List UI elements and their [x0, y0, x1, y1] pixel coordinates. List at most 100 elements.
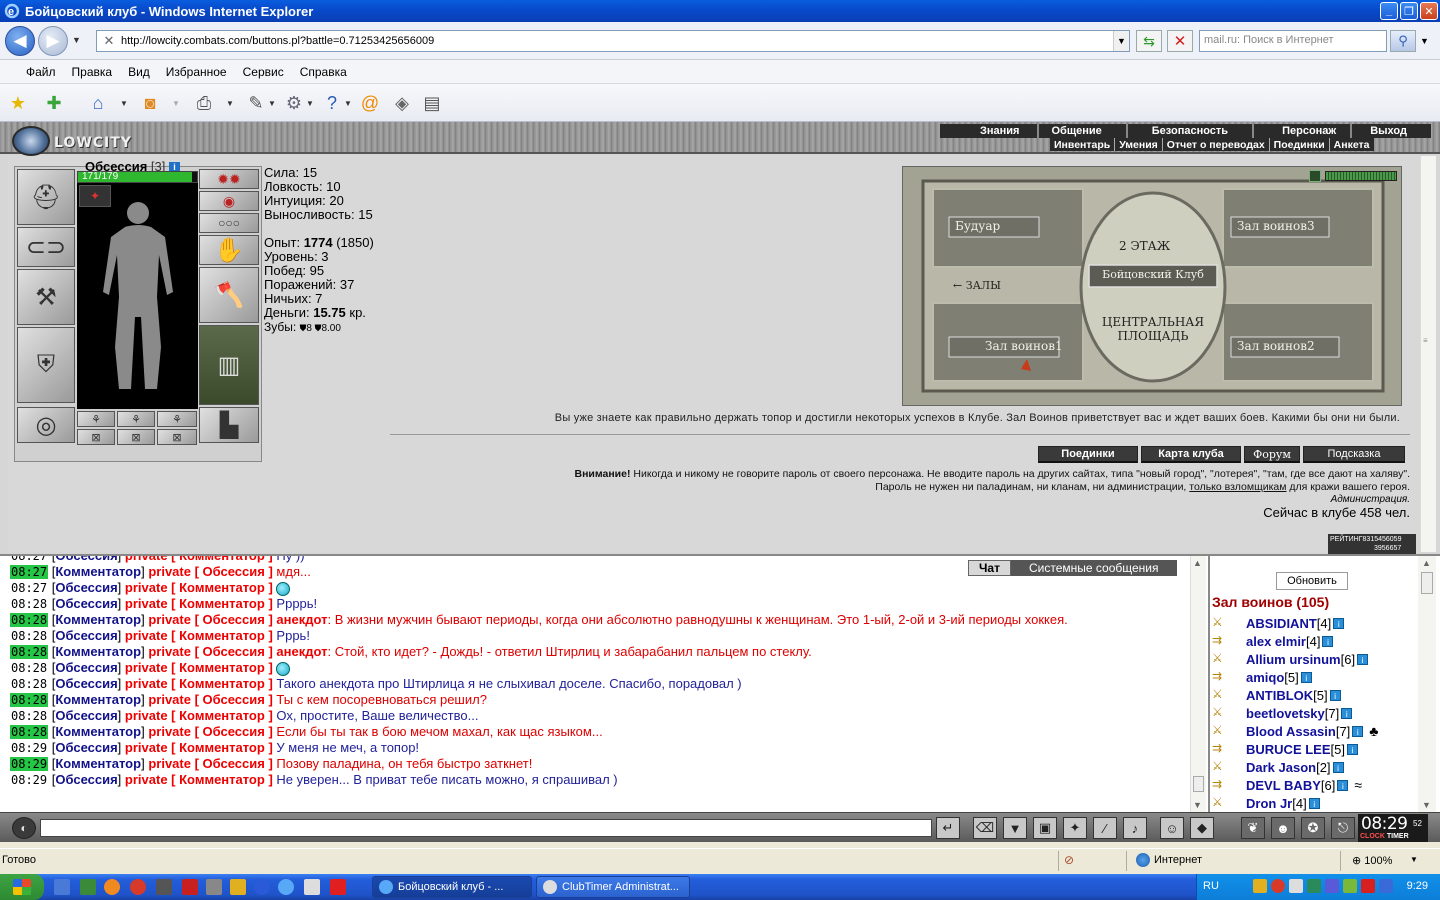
nav-character[interactable]: Персонаж	[1254, 124, 1353, 138]
tray-icon[interactable]	[1307, 879, 1321, 893]
tools-dropdown-icon[interactable]: ▼	[306, 99, 314, 108]
chat-private[interactable]: private [ Комментатор ]	[125, 628, 273, 643]
player-row[interactable]: ⚔ Dark Jason [2] i	[1212, 758, 1344, 776]
filter-icon[interactable]: ▼	[1003, 817, 1027, 839]
earrings-slot[interactable]: ◉	[199, 191, 259, 211]
nav-duels[interactable]: Поединки	[1270, 138, 1330, 151]
bracers-slot[interactable]: ⊂⊃	[17, 227, 75, 267]
tab-chat[interactable]: Чат	[968, 560, 1011, 576]
bag-icon[interactable]: ❦	[1241, 817, 1265, 839]
mail-at-icon[interactable]: @	[358, 92, 382, 114]
tool-icon[interactable]	[206, 879, 222, 895]
club-map-button[interactable]: Карта клуба	[1141, 446, 1241, 463]
chat-private[interactable]: private [ Обсессия ]	[148, 692, 272, 707]
player-name[interactable]: Dark Jason	[1246, 760, 1316, 775]
player-row[interactable]: ⚔ Dron Jr [4] i	[1212, 794, 1320, 812]
refresh-list-button[interactable]: Обновить	[1276, 572, 1348, 590]
player-name[interactable]: Blood Assasin	[1246, 724, 1336, 739]
send-icon[interactable]: ↵	[936, 817, 960, 839]
task-clubtimer[interactable]: ClubTimer Administrat...	[536, 876, 690, 898]
chat-private[interactable]: private [ Комментатор ]	[125, 676, 273, 691]
chat-mode-icon[interactable]: ◐	[12, 817, 36, 839]
chat-sender[interactable]: Обсессия	[55, 708, 117, 723]
chat-scrollbar[interactable]: ▲ ▼	[1190, 556, 1206, 812]
player-icon[interactable]	[254, 879, 270, 895]
help-icon[interactable]: ?	[320, 92, 344, 114]
translit-icon[interactable]: ◆	[1190, 817, 1214, 839]
chat-sender[interactable]: Обсессия	[55, 596, 117, 611]
shield-slot[interactable]: 🪓	[199, 267, 259, 323]
info-icon[interactable]: i	[1352, 725, 1364, 737]
zoom-level[interactable]: ⊕ 100%	[1352, 854, 1392, 867]
chat-private[interactable]: private [ Обсессия ]	[148, 724, 272, 739]
player-list-scrollbar[interactable]: ▲ ▼	[1418, 556, 1436, 812]
shield-icon[interactable]: ◈	[390, 92, 414, 114]
chat-sender[interactable]: Комментатор	[55, 644, 141, 659]
calc-icon[interactable]	[304, 879, 320, 895]
opera-icon[interactable]	[182, 879, 198, 895]
home-dropdown-icon[interactable]: ▼	[120, 99, 128, 108]
info-icon[interactable]: i	[1300, 671, 1312, 683]
info-icon[interactable]: i	[1322, 635, 1334, 647]
info-icon[interactable]: i	[1357, 653, 1369, 665]
address-dropdown-icon[interactable]: ▼	[1113, 31, 1129, 51]
armor-slot[interactable]: ⛨	[17, 327, 75, 403]
chat-sender[interactable]: Обсессия	[55, 580, 117, 595]
gift-icon[interactable]: ✪	[1301, 817, 1325, 839]
tray-icon[interactable]	[1379, 879, 1393, 893]
player-row[interactable]: ⇉ amiqo [5] i	[1212, 668, 1312, 686]
chat-sender[interactable]: Комментатор	[55, 724, 141, 739]
nav-profile[interactable]: Анкета	[1330, 138, 1374, 151]
browser-icon[interactable]	[130, 879, 146, 895]
nav-exit[interactable]: Выход	[1352, 124, 1431, 138]
nav-inventory[interactable]: Инвентарь	[1050, 138, 1116, 151]
tab-system-messages[interactable]: Системные сообщения	[1010, 560, 1177, 576]
chat-sender[interactable]: Обсессия	[55, 676, 117, 691]
chat-private[interactable]: private [ Комментатор ]	[125, 660, 273, 675]
chat-private[interactable]: private [ Комментатор ]	[125, 740, 273, 755]
back-button[interactable]: ◀	[5, 26, 35, 56]
player-row[interactable]: ⚔ beetlovetsky [7] i	[1212, 704, 1353, 722]
club-timer[interactable]: 08:29 52 CLOCK TIMER	[1358, 814, 1428, 842]
chat-private[interactable]: private [ Обсессия ]	[148, 612, 272, 627]
nav-transfers[interactable]: Отчет о переводах	[1163, 138, 1270, 151]
chat-sender[interactable]: Комментатор	[55, 756, 141, 771]
empty-slot[interactable]: ⊠	[157, 429, 197, 445]
mail-icon[interactable]	[104, 879, 120, 895]
tray-icon[interactable]	[1253, 879, 1267, 893]
rings-slot[interactable]: ○○○	[199, 213, 259, 233]
chat-private[interactable]: private [ Обсессия ]	[148, 756, 272, 771]
maximize-button[interactable]: ❐	[1400, 2, 1418, 20]
smiley-icon[interactable]: ☺	[1160, 817, 1184, 839]
menu-help[interactable]: Справка	[292, 65, 355, 79]
chat-input[interactable]	[40, 819, 932, 837]
chat-sender[interactable]: Комментатор	[55, 692, 141, 707]
lightning-icon[interactable]	[230, 879, 246, 895]
close-button[interactable]: ✕	[1420, 2, 1438, 20]
info-icon[interactable]: i	[1346, 743, 1358, 755]
empty-slot[interactable]: ⊠	[117, 429, 155, 445]
info-icon[interactable]: i	[1333, 617, 1345, 629]
exit-icon[interactable]: ⎋	[1331, 817, 1355, 839]
menu-tools[interactable]: Сервис	[235, 65, 292, 79]
desktop-icon[interactable]	[54, 879, 70, 895]
minimize-button[interactable]: _	[1380, 2, 1398, 20]
player-row[interactable]: ⇉ alex elmir [4] i	[1212, 632, 1334, 650]
info-icon[interactable]: i	[1341, 707, 1353, 719]
feeds-icon[interactable]: ◙	[138, 92, 162, 114]
search-dropdown-icon[interactable]: ▼	[1420, 36, 1429, 46]
tray-icon[interactable]	[1325, 879, 1339, 893]
menu-view[interactable]: Вид	[120, 65, 158, 79]
player-name[interactable]: Allium ursinum	[1246, 652, 1341, 667]
help-dropdown-icon[interactable]: ▼	[344, 99, 352, 108]
search-input[interactable]: mail.ru: Поиск в Интернет	[1199, 30, 1387, 52]
info-icon[interactable]: i	[1308, 797, 1320, 809]
player-name[interactable]: DEVL BABY	[1246, 778, 1321, 793]
chat-sender[interactable]: Комментатор	[55, 564, 141, 579]
chat-private[interactable]: private [ Обсессия ]	[148, 644, 272, 659]
player-row[interactable]: ⚔ ABSIDIANT [4] i	[1212, 614, 1345, 632]
history-dropdown-icon[interactable]: ▼	[72, 35, 81, 45]
player-row[interactable]: ⚔ ANTIBLOK [5] i	[1212, 686, 1341, 704]
add-favorite-icon[interactable]: ✚	[42, 92, 66, 114]
slash-icon[interactable]: ⁄	[1093, 817, 1117, 839]
